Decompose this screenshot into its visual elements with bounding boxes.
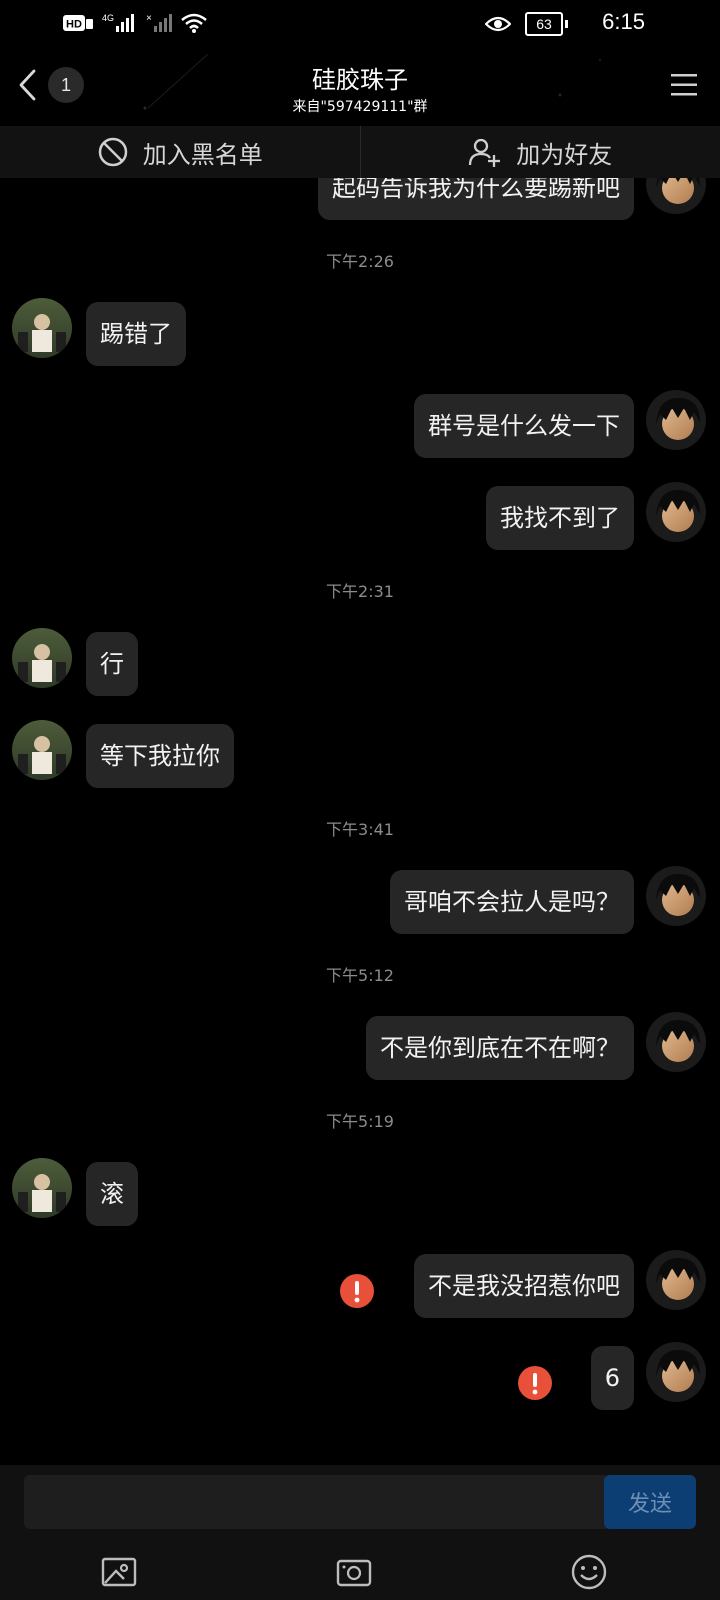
message-bubble-other[interactable]: 行 (86, 632, 138, 696)
message-bubble-self[interactable]: 6 (590, 1346, 634, 1410)
avatar-self[interactable] (646, 482, 706, 542)
composer-toolbar (0, 1545, 720, 1600)
send-failed-icon[interactable] (340, 1274, 374, 1308)
add-friend-button[interactable]: 加为好友 (361, 126, 720, 178)
svg-text:×: × (146, 13, 152, 24)
avatar-self[interactable] (646, 866, 706, 926)
add-to-blacklist-label: 加入黑名单 (142, 140, 263, 169)
message-bubble-self[interactable]: 不是你到底在不在啊？ (366, 1016, 634, 1080)
status-bar: HD 4G × 63 6:15 (0, 0, 720, 50)
message-bubble-self[interactable]: 哥咱不会拉人是吗？ (390, 870, 634, 934)
battery-level: 63 (536, 16, 552, 32)
timestamp: 下午2:26 (326, 252, 394, 271)
emoji-icon[interactable] (570, 1553, 608, 1591)
message-bubble-self[interactable]: 我找不到了 (486, 486, 634, 550)
message-bubble-other[interactable]: 等下我拉你 (86, 724, 234, 788)
status-left-icons: HD 4G × (62, 12, 208, 34)
add-friend-label: 加为好友 (516, 140, 613, 169)
hd-icon: HD (63, 15, 93, 31)
avatar-other[interactable] (12, 720, 72, 780)
eye-icon (485, 16, 511, 32)
message-bubble-self[interactable]: 群号是什么发一下 (414, 394, 634, 458)
message-list[interactable]: 起码告诉我为什么要踢新吧 下午2:26 踢错了 群号是什么发一下 我找不到了 下… (0, 178, 720, 1465)
stranger-action-bar: 加入黑名单 加为好友 (0, 126, 720, 178)
message-bubble-self[interactable]: 不是我没招惹你吧 (414, 1254, 634, 1318)
message-bubble-self[interactable]: 起码告诉我为什么要踢新吧 (318, 178, 634, 220)
timestamp: 下午5:19 (326, 1112, 394, 1131)
page-subtitle: 来自"597429111"群 (292, 99, 428, 115)
avatar-other[interactable] (12, 628, 72, 688)
send-button[interactable]: 发送 (604, 1475, 696, 1529)
avatar-self[interactable] (646, 1012, 706, 1072)
svg-text:4G: 4G (102, 13, 114, 23)
send-failed-icon[interactable] (518, 1366, 552, 1400)
add-to-blacklist-button[interactable]: 加入黑名单 (0, 126, 360, 178)
clock: 6:15 (602, 9, 645, 34)
message-bubble-other[interactable]: 踢错了 (86, 302, 186, 366)
avatar-self[interactable] (646, 390, 706, 450)
block-icon (98, 137, 127, 167)
camera-icon[interactable] (335, 1553, 373, 1591)
avatar-self[interactable] (646, 1342, 706, 1402)
message-input[interactable] (24, 1475, 610, 1529)
avatar-other[interactable] (12, 298, 72, 358)
avatar-self[interactable] (646, 1250, 706, 1310)
timestamp: 下午3:41 (326, 820, 394, 839)
hamburger-menu-icon[interactable] (670, 72, 698, 98)
timestamp: 下午2:31 (326, 582, 394, 601)
wifi-icon (181, 13, 207, 33)
composer: 发送 (0, 1465, 720, 1545)
signal-4g-icon: 4G (102, 13, 134, 32)
add-user-icon (469, 138, 501, 167)
chat-header: 1 硅胶珠子 来自"597429111"群 (0, 50, 720, 126)
signal-bars-icon: × (146, 13, 172, 32)
battery-icon: 63 (525, 12, 563, 36)
timestamp: 下午5:12 (326, 966, 394, 985)
battery-tip (565, 20, 568, 28)
image-icon[interactable] (100, 1553, 138, 1591)
svg-text:HD: HD (66, 19, 82, 31)
avatar-other[interactable] (12, 1158, 72, 1218)
page-title: 硅胶珠子 (312, 66, 408, 94)
avatar-self[interactable] (646, 178, 706, 214)
message-bubble-other[interactable]: 滚 (86, 1162, 138, 1226)
